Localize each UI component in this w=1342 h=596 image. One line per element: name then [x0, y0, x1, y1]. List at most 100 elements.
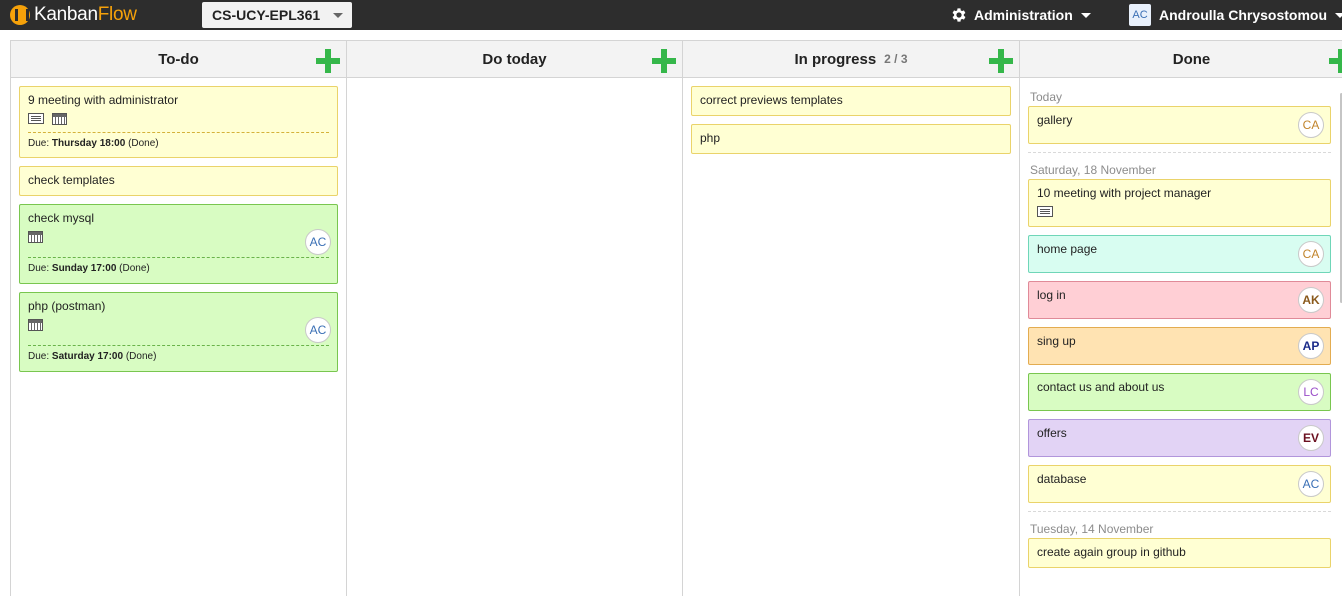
task-card[interactable]: php (postman) AC Due: Saturday 17:00 (Do…: [19, 292, 338, 372]
description-icon: [1037, 206, 1053, 217]
task-card[interactable]: check templates: [19, 166, 338, 196]
group-divider: [1028, 152, 1331, 153]
gear-icon: [952, 8, 966, 22]
dropdown-caret-icon: [1335, 12, 1342, 18]
task-card[interactable]: gallery CA: [1028, 106, 1331, 144]
due-status: (Done): [128, 138, 159, 149]
board-name: CS-UCY-EPL361: [212, 7, 321, 23]
wip-limit: 2 / 3: [884, 52, 908, 66]
task-card[interactable]: check mysql AC Due: Sunday 17:00 (Done): [19, 204, 338, 284]
assignee-avatar[interactable]: EV: [1298, 425, 1324, 451]
column-done: Done Today gallery CA Saturday, 18 Novem…: [1020, 41, 1342, 596]
due-date: Due: Saturday 17:00 (Done): [28, 345, 329, 362]
add-task-icon[interactable]: [989, 49, 1013, 73]
assignee-avatar[interactable]: CA: [1298, 112, 1324, 138]
add-task-icon[interactable]: [1329, 49, 1342, 73]
top-bar: Kanban Flow CS-UCY-EPL361 Administration …: [0, 0, 1342, 30]
assignee-avatar[interactable]: CA: [1298, 241, 1324, 267]
task-icons: [1037, 206, 1322, 218]
logo-icon: [10, 5, 30, 25]
column-in-progress: In progress 2 / 3 correct previews templ…: [683, 41, 1020, 596]
due-prefix: Due:: [28, 351, 50, 362]
column-header: In progress 2 / 3: [683, 41, 1019, 78]
task-card[interactable]: php: [691, 124, 1011, 154]
column-title: Do today: [482, 50, 547, 68]
due-date: Due: Thursday 18:00 (Done): [28, 132, 329, 149]
due-status: (Done): [119, 263, 150, 274]
task-name: 10 meeting with project manager: [1037, 186, 1212, 200]
assignee-avatar[interactable]: AC: [305, 317, 331, 343]
task-name: gallery: [1037, 113, 1073, 127]
administration-menu[interactable]: Administration: [950, 5, 1091, 25]
column-header: Done: [1020, 41, 1342, 78]
assignee-avatar[interactable]: LC: [1298, 379, 1324, 405]
task-name: correct previews templates: [700, 93, 843, 107]
column-header: To-do: [11, 41, 346, 78]
due-when: Thursday 18:00: [51, 138, 126, 149]
due-when: Sunday 17:00: [51, 263, 117, 274]
task-name: database: [1037, 472, 1087, 486]
task-name: check templates: [28, 173, 115, 187]
task-icons: [28, 319, 329, 331]
group-divider: [1028, 511, 1331, 512]
task-card[interactable]: offers EV: [1028, 419, 1331, 457]
administration-label: Administration: [974, 7, 1073, 23]
date-group-label: Saturday, 18 November: [1030, 163, 1156, 177]
assignee-avatar[interactable]: AP: [1298, 333, 1324, 359]
task-card[interactable]: database AC: [1028, 465, 1331, 503]
task-card[interactable]: 9 meeting with administrator Due: Thursd…: [19, 86, 338, 158]
board-selector[interactable]: CS-UCY-EPL361: [202, 2, 352, 28]
assignee-avatar[interactable]: AK: [1298, 287, 1324, 313]
date-group-label: Today: [1030, 90, 1063, 104]
description-icon: [28, 113, 44, 124]
column-title: In progress: [794, 50, 877, 68]
column-body: correct previews templates php: [683, 78, 1019, 154]
column-do-today: Do today: [347, 41, 683, 596]
column-body: 9 meeting with administrator Due: Thursd…: [11, 78, 346, 372]
assignee-avatar[interactable]: AC: [305, 229, 331, 255]
due-when: Saturday 17:00: [51, 351, 124, 362]
task-card[interactable]: contact us and about us LC: [1028, 373, 1331, 411]
task-icons: [28, 113, 329, 125]
task-name: 9 meeting with administrator: [28, 93, 179, 107]
task-card[interactable]: correct previews templates: [691, 86, 1011, 116]
task-name: check mysql: [28, 211, 95, 225]
logo-text-flow: Flow: [97, 4, 137, 25]
column-title: Done: [1172, 50, 1211, 68]
column-header: Do today: [347, 41, 682, 78]
dropdown-caret-icon: [333, 13, 343, 18]
calendar-icon: [52, 113, 67, 125]
calendar-icon: [28, 231, 43, 243]
column-todo: To-do 9 meeting with administrator Due: …: [11, 41, 347, 596]
task-name: create again group in github: [1037, 545, 1186, 559]
calendar-icon: [28, 319, 43, 331]
task-card[interactable]: 10 meeting with project manager: [1028, 179, 1331, 227]
user-menu[interactable]: AC Androulla Chrysostomou: [1129, 4, 1342, 26]
user-name: Androulla Chrysostomou: [1159, 7, 1328, 23]
task-name: home page: [1037, 242, 1098, 256]
dropdown-caret-icon: [1080, 12, 1091, 18]
add-task-icon[interactable]: [652, 49, 676, 73]
column-body: [347, 78, 682, 86]
logo-text-kanban: Kanban: [34, 4, 98, 25]
assignee-avatar[interactable]: AC: [1298, 471, 1324, 497]
date-group-label: Tuesday, 14 November: [1030, 522, 1154, 536]
user-avatar: AC: [1129, 4, 1151, 26]
column-body: Today gallery CA Saturday, 18 November 1…: [1020, 78, 1342, 568]
kanbanflow-logo[interactable]: Kanban Flow: [10, 4, 137, 25]
task-name: php: [700, 131, 721, 145]
task-card[interactable]: home page CA: [1028, 235, 1331, 273]
task-name: log in: [1037, 288, 1066, 302]
task-icons: [28, 231, 329, 243]
due-date: Due: Sunday 17:00 (Done): [28, 257, 329, 274]
column-title: To-do: [158, 50, 199, 68]
kanban-board: To-do 9 meeting with administrator Due: …: [10, 40, 1342, 596]
task-card[interactable]: log in AK: [1028, 281, 1331, 319]
add-task-icon[interactable]: [316, 49, 340, 73]
task-card[interactable]: sing up AP: [1028, 327, 1331, 365]
due-prefix: Due:: [28, 138, 50, 149]
task-card[interactable]: create again group in github: [1028, 538, 1331, 568]
task-name: sing up: [1037, 334, 1076, 348]
due-prefix: Due:: [28, 263, 50, 274]
task-name: contact us and about us: [1037, 380, 1165, 394]
